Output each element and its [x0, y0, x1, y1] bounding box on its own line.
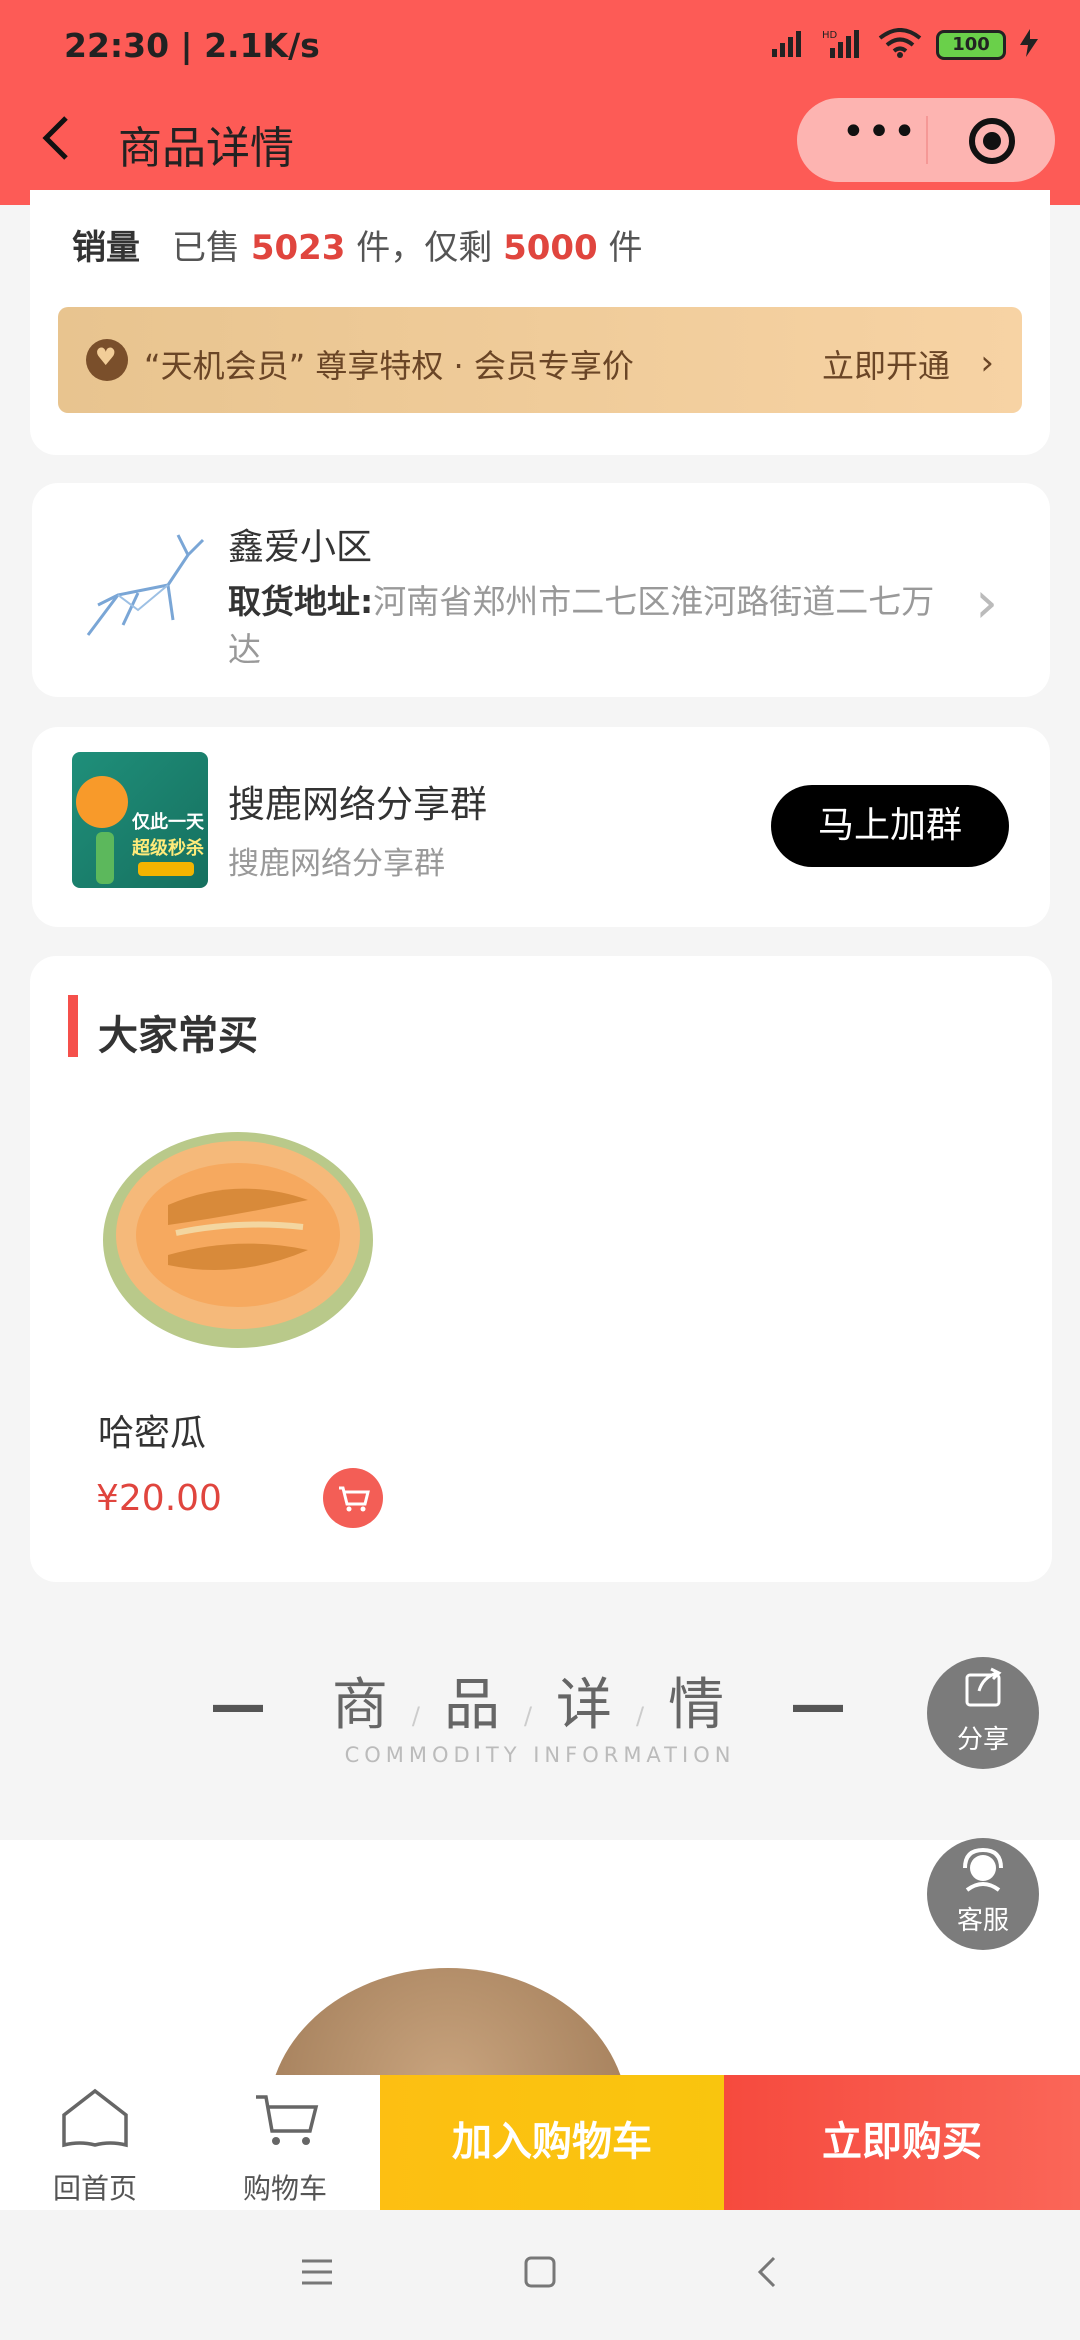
home-icon	[62, 2088, 128, 2148]
member-open-link[interactable]: 立即开通	[822, 341, 950, 387]
share-label: 分享	[956, 1725, 1009, 1755]
cart-icon	[256, 2095, 319, 2145]
add-to-cart-small-button[interactable]	[323, 1468, 383, 1528]
heading-dash-left: —	[210, 1673, 291, 1738]
sales-info: 已售 5023 件，仅剩 5000 件	[172, 220, 643, 269]
cart-icon	[339, 1486, 370, 1512]
bottle-graphic	[96, 832, 114, 884]
product-price: ¥20.00	[96, 1478, 222, 1519]
signal-icon	[772, 29, 808, 61]
thumb-text-1: 仅此一天	[132, 812, 204, 833]
page-title: 商品详情	[118, 123, 294, 174]
pickup-location-name: 鑫爱小区	[228, 527, 373, 568]
more-menu-button[interactable]: •••	[833, 112, 927, 158]
detail-product-image	[268, 1968, 628, 2080]
group-thumbnail: 仅此一天 超级秒杀	[72, 752, 208, 888]
join-group-button[interactable]: 马上加群	[771, 785, 1009, 867]
group-name: 搜鹿网络分享群	[228, 783, 487, 826]
group-subtitle: 搜鹿网络分享群	[228, 846, 445, 882]
thumb-text-2: 超级秒杀	[132, 838, 204, 859]
heading-char-4: 情	[668, 1673, 749, 1738]
member-badge-icon	[86, 339, 128, 381]
detail-heading-zh: — 商/品/详/情 —	[210, 1673, 870, 1738]
capsule-divider	[926, 116, 928, 164]
sales-prefix: 已售	[172, 228, 240, 268]
bottom-action-bar: 回首页 购物车 加入购物车 立即购买	[0, 2075, 1080, 2210]
status-icons: HD 100	[772, 28, 1038, 62]
home-tab[interactable]: 回首页	[0, 2075, 190, 2210]
header-bar: 22:30 | 2.1K/s HD 100 商品详情 •••	[0, 0, 1080, 205]
detail-heading: — 商/品/详/情 — COMMODITY INFORMATION	[0, 1660, 1080, 1767]
heading-char-3: 详	[556, 1673, 637, 1738]
service-label: 客服	[956, 1906, 1009, 1936]
battery-icon: 100	[936, 30, 1006, 60]
product-image-hami-melon[interactable]	[98, 1115, 378, 1370]
heading-char-2: 品	[443, 1673, 524, 1738]
back-icon[interactable]	[38, 110, 74, 166]
heading-char-1: 商	[331, 1673, 412, 1738]
signal-hd-icon: HD	[822, 28, 864, 62]
customer-service-icon	[963, 1847, 1003, 1892]
sales-label: 销量	[72, 228, 140, 268]
mini-program-capsule: •••	[797, 98, 1055, 182]
sales-suffix: 件	[608, 228, 643, 268]
service-float-button[interactable]: 客服	[927, 1838, 1039, 1950]
wifi-icon	[878, 28, 922, 62]
remaining-count: 5000	[503, 228, 598, 268]
popular-section-title: 大家常买	[98, 1013, 258, 1059]
deer-logo-icon	[78, 525, 208, 645]
svg-text:HD: HD	[822, 30, 838, 41]
sales-mid: 件，仅剩	[356, 228, 493, 268]
member-banner[interactable]: “天机会员” 尊享特权 · 会员专享价 立即开通 ›	[58, 307, 1022, 413]
share-icon	[965, 1667, 1002, 1707]
heading-dash-right: —	[789, 1673, 870, 1738]
member-banner-text: “天机会员” 尊享特权 · 会员专享价	[144, 347, 634, 385]
fruit-graphic	[76, 776, 128, 828]
status-time: 22:30 | 2.1K/s	[64, 26, 320, 65]
thumb-button-graphic	[138, 862, 194, 876]
pickup-address: 取货地址:河南省郑州市二七区淮河路街道二七万达	[228, 578, 948, 674]
share-float-button[interactable]: 分享	[927, 1657, 1039, 1769]
product-name[interactable]: 哈密瓜	[98, 1404, 206, 1456]
charging-icon	[1020, 29, 1038, 61]
chevron-right-icon: ›	[980, 343, 994, 383]
cart-tab[interactable]: 购物车	[190, 2075, 380, 2210]
home-tab-label: 回首页	[52, 2172, 137, 2205]
home-square-icon[interactable]	[523, 2255, 557, 2289]
system-nav-bar	[0, 2210, 1080, 2340]
cart-tab-label: 购物车	[242, 2172, 327, 2205]
pickup-address-label: 取货地址:	[228, 582, 374, 621]
buy-now-button[interactable]: 立即购买	[724, 2075, 1080, 2210]
detail-heading-en: COMMODITY INFORMATION	[344, 1743, 736, 1767]
close-target-icon[interactable]	[969, 118, 1015, 164]
menu-icon[interactable]	[300, 2255, 334, 2289]
back-triangle-icon[interactable]	[750, 2255, 784, 2289]
add-to-cart-button[interactable]: 加入购物车	[380, 2075, 724, 2210]
sold-count: 5023	[250, 228, 346, 268]
section-accent-bar	[68, 995, 78, 1057]
detail-image-area	[0, 1840, 1080, 2080]
chevron-right-icon: ›	[975, 568, 999, 636]
